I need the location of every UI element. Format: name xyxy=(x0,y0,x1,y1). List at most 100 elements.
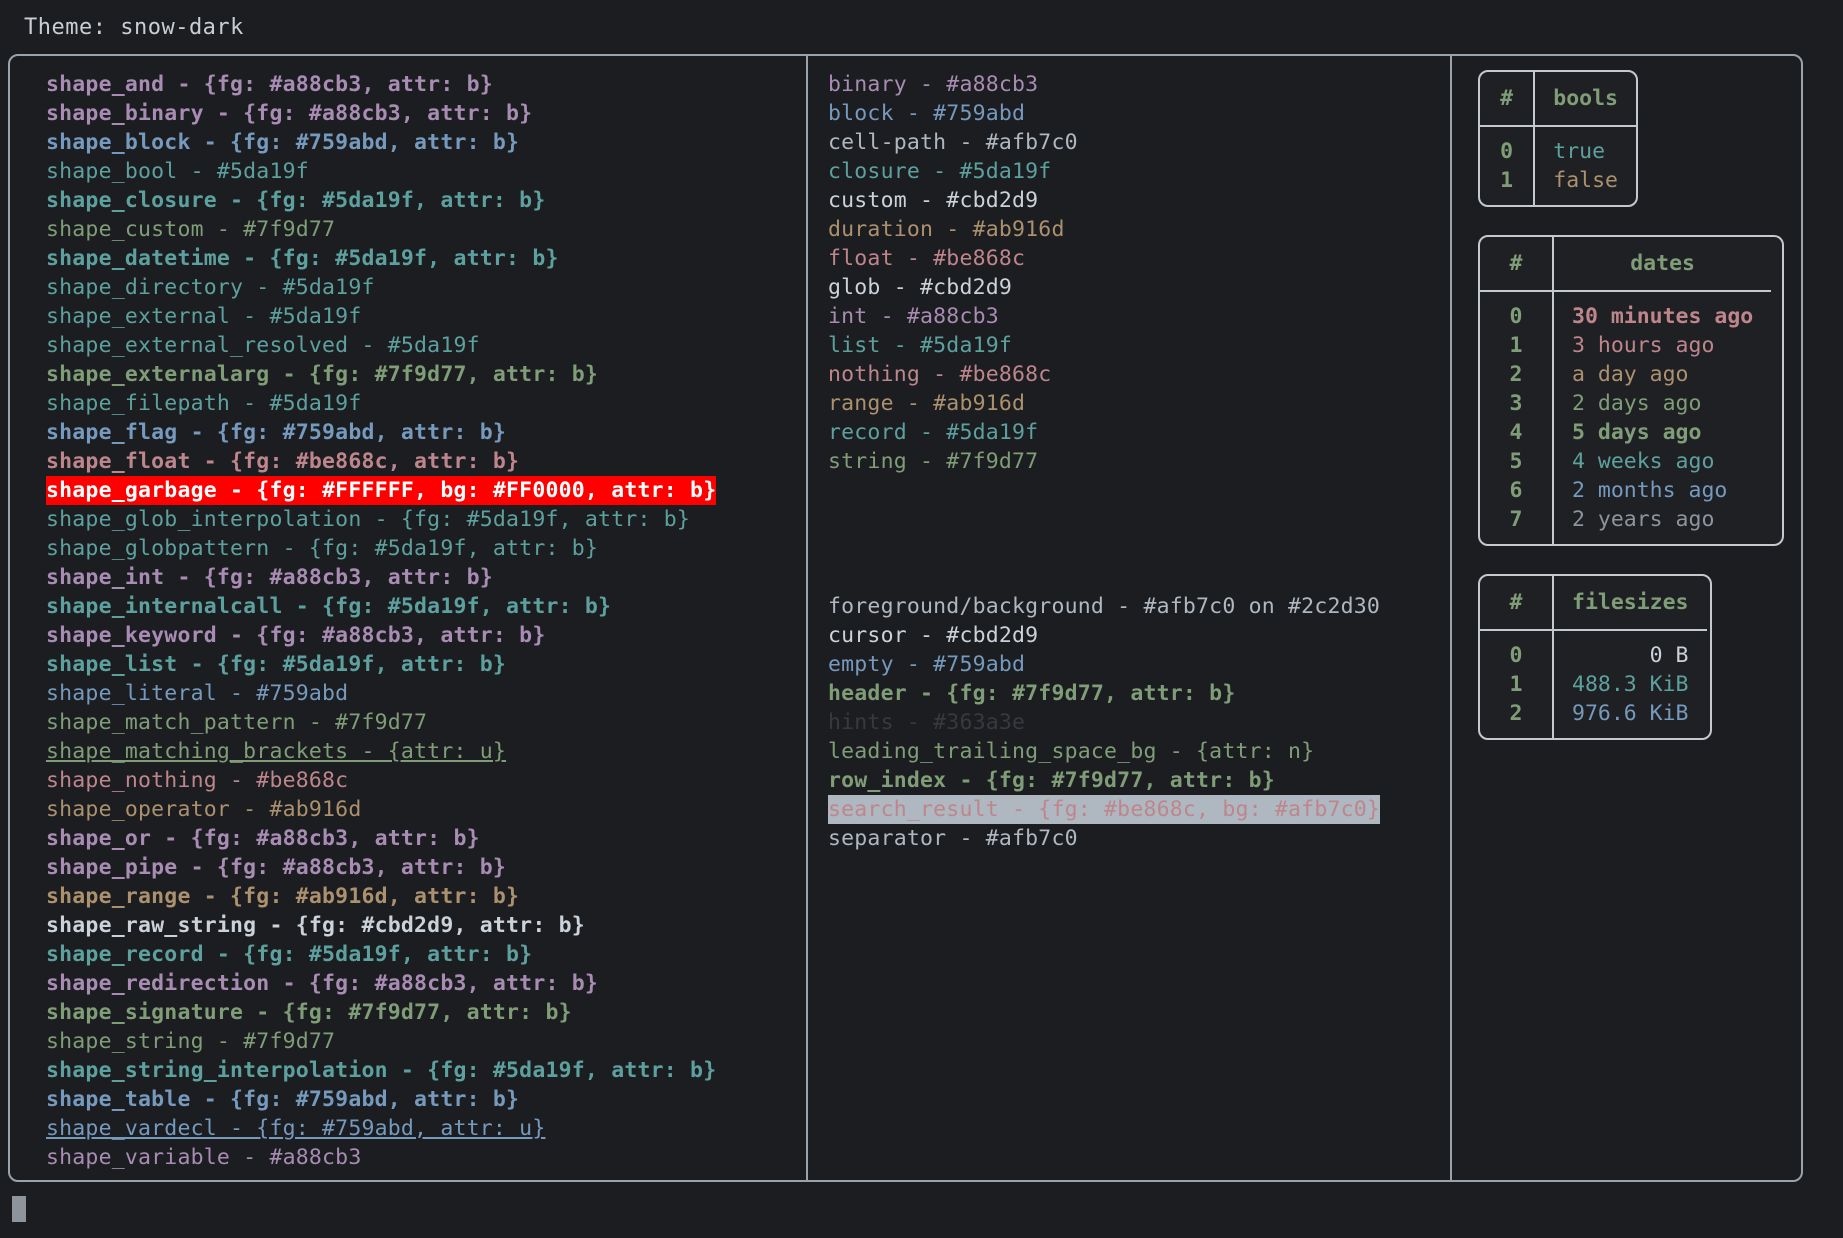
shape-line-wrap: shape_garbage - {fg: #FFFFFF, bg: #FF000… xyxy=(46,476,806,505)
type-line: custom - #cbd2d9 xyxy=(828,188,1039,213)
shape-line: shape_vardecl - {fg: #759abd, attr: u} xyxy=(46,1116,546,1141)
dates-row-value: 2 months ago xyxy=(1572,478,1728,503)
shape-line: shape_operator - #ab916d xyxy=(46,797,362,822)
shape-line: shape_custom - #7f9d77 xyxy=(46,217,336,242)
ui-element-line: empty - #759abd xyxy=(828,652,1026,677)
theme-preview-panel: shape_and - {fg: #a88cb3, attr: b} shape_… xyxy=(8,54,1803,1182)
terminal-screen: Theme: snow-dark shape_and - {fg: #a88cb… xyxy=(0,0,1843,1238)
type-line: record - #5da19f xyxy=(828,420,1039,445)
filesizes-row-value: 0 B xyxy=(1649,643,1689,668)
shape-line: shape_datetime - {fg: #5da19f, attr: b} xyxy=(46,246,559,271)
bools-table-row: 0 true xyxy=(1480,126,1636,166)
shape-line: shape_globpattern - {fg: #5da19f, attr: … xyxy=(46,536,599,561)
dates-table-row: 7 2 years ago xyxy=(1480,505,1771,544)
dates-row-value: 30 minutes ago xyxy=(1572,304,1754,329)
dates-row-index: 0 xyxy=(1480,291,1554,331)
shape-line: shape_or - {fg: #a88cb3, attr: b} xyxy=(46,826,480,851)
shape-line: shape_binary - {fg: #a88cb3, attr: b} xyxy=(46,101,533,126)
terminal-cursor xyxy=(12,1196,26,1222)
dates-table-row: 5 4 weeks ago xyxy=(1480,447,1771,476)
shape-line: shape_directory - #5da19f xyxy=(46,275,375,300)
shape-line: shape_garbage - {fg: #FFFFFF, bg: #FF000… xyxy=(46,476,717,505)
dates-row-index: 7 xyxy=(1480,505,1554,544)
dates-row-value: 5 days ago xyxy=(1572,420,1702,445)
shape-line: shape_string - #7f9d77 xyxy=(46,1029,336,1054)
dates-row-index: 4 xyxy=(1480,418,1554,447)
type-line: block - #759abd xyxy=(828,101,1026,126)
ui-element-line: foreground/background - #afb7c0 on #2c2d… xyxy=(828,594,1381,619)
bools-title-header: bools xyxy=(1534,72,1636,127)
filesizes-table: # filesizes 0 0 B 1 488.3 KiB 2 976.6 KiB xyxy=(1478,574,1712,740)
ui-element-line: separator - #afb7c0 xyxy=(828,826,1078,851)
shape-line: shape_matching_brackets - {attr: u} xyxy=(46,739,507,764)
shape-line: shape_record - {fg: #5da19f, attr: b} xyxy=(46,942,533,967)
type-line: duration - #ab916d xyxy=(828,217,1065,242)
type-line: string - #7f9d77 xyxy=(828,449,1039,474)
shape-line: shape_redirection - {fg: #a88cb3, attr: … xyxy=(46,971,599,996)
ui-element-line: search_result - {fg: #be868c, bg: #afb7c… xyxy=(828,795,1381,824)
dates-table: # dates 0 30 minutes ago 1 3 hours ago 2 a da… xyxy=(1478,235,1784,546)
tables-column: # bools 0 true 1 false # dates 0 30 minu… xyxy=(1452,56,1803,768)
filesizes-row-index: 0 xyxy=(1480,630,1554,670)
filesizes-table-row: 2 976.6 KiB xyxy=(1480,699,1707,738)
shape-line: shape_table - {fg: #759abd, attr: b} xyxy=(46,1087,520,1112)
dates-table-row: 6 2 months ago xyxy=(1480,476,1771,505)
shape-line: shape_int - {fg: #a88cb3, attr: b} xyxy=(46,565,493,590)
dates-table-row: 2 a day ago xyxy=(1480,360,1771,389)
shape-line: shape_range - {fg: #ab916d, attr: b} xyxy=(46,884,520,909)
shape-line: shape_internalcall - {fg: #5da19f, attr:… xyxy=(46,594,612,619)
dates-title-header: dates xyxy=(1553,237,1772,292)
type-line: closure - #5da19f xyxy=(828,159,1052,184)
bools-table: # bools 0 true 1 false xyxy=(1478,70,1638,207)
type-line: cell-path - #afb7c0 xyxy=(828,130,1078,155)
ui-element-line: cursor - #cbd2d9 xyxy=(828,623,1039,648)
shape-line: shape_nothing - #be868c xyxy=(46,768,349,793)
type-line: list - #5da19f xyxy=(828,333,1013,358)
dates-row-index: 1 xyxy=(1480,331,1554,360)
dates-row-index: 3 xyxy=(1480,389,1554,418)
filesizes-row-index: 2 xyxy=(1480,699,1554,738)
ui-element-line: leading_trailing_space_bg - {attr: n} xyxy=(828,739,1315,764)
shape-line: shape_list - {fg: #5da19f, attr: b} xyxy=(46,652,507,677)
bools-row-value: true xyxy=(1553,139,1606,164)
shape-line: shape_externalarg - {fg: #7f9d77, attr: … xyxy=(46,362,599,387)
filesizes-table-row: 0 0 B xyxy=(1480,630,1707,670)
type-line: binary - #a88cb3 xyxy=(828,72,1039,97)
shape-line: shape_block - {fg: #759abd, attr: b} xyxy=(46,130,520,155)
shape-line: shape_glob_interpolation - {fg: #5da19f,… xyxy=(46,507,691,532)
ui-element-line: header - {fg: #7f9d77, attr: b} xyxy=(828,681,1236,706)
filesizes-row-value: 976.6 KiB xyxy=(1572,701,1689,726)
ui-element-line-wrap: search_result - {fg: #be868c, bg: #afb7c… xyxy=(828,795,1450,824)
bools-row-value: false xyxy=(1553,168,1618,193)
bools-row-index: 0 xyxy=(1480,126,1536,166)
column-gap xyxy=(828,476,1450,592)
dates-row-value: 3 hours ago xyxy=(1572,333,1715,358)
filesizes-row-index: 1 xyxy=(1480,670,1554,699)
type-line: float - #be868c xyxy=(828,246,1026,271)
dates-index-header: # xyxy=(1480,237,1554,292)
dates-row-index: 2 xyxy=(1480,360,1554,389)
shape-line: shape_closure - {fg: #5da19f, attr: b} xyxy=(46,188,546,213)
dates-table-row: 0 30 minutes ago xyxy=(1480,291,1771,331)
shape-line: shape_filepath - #5da19f xyxy=(46,391,362,416)
dates-row-index: 6 xyxy=(1480,476,1554,505)
bools-index-header: # xyxy=(1480,72,1536,127)
dates-row-value: a day ago xyxy=(1572,362,1689,387)
shape-line: shape_external_resolved - #5da19f xyxy=(46,333,480,358)
bools-table-row: 1 false xyxy=(1480,166,1636,205)
type-line: range - #ab916d xyxy=(828,391,1026,416)
shape-line: shape_signature - {fg: #7f9d77, attr: b} xyxy=(46,1000,572,1025)
dates-row-value: 2 years ago xyxy=(1572,507,1715,532)
dates-table-row: 3 2 days ago xyxy=(1480,389,1771,418)
types-list: binary - #a88cb3 block - #759abd cell-path… xyxy=(828,70,1450,476)
shapes-column: shape_and - {fg: #a88cb3, attr: b} shape_… xyxy=(10,56,806,1172)
shape-line: shape_raw_string - {fg: #cbd2d9, attr: b… xyxy=(46,913,585,938)
types-and-ui-column: binary - #a88cb3 block - #759abd cell-path… xyxy=(808,56,1450,853)
ui-elements-list: foreground/background - #afb7c0 on #2c2d… xyxy=(828,592,1450,853)
dates-row-value: 4 weeks ago xyxy=(1572,449,1715,474)
dates-row-index: 5 xyxy=(1480,447,1554,476)
shape-line: shape_match_pattern - #7f9d77 xyxy=(46,710,428,735)
shape-line: shape_literal - #759abd xyxy=(46,681,349,706)
dates-table-row: 4 5 days ago xyxy=(1480,418,1771,447)
shape-line: shape_external - #5da19f xyxy=(46,304,362,329)
